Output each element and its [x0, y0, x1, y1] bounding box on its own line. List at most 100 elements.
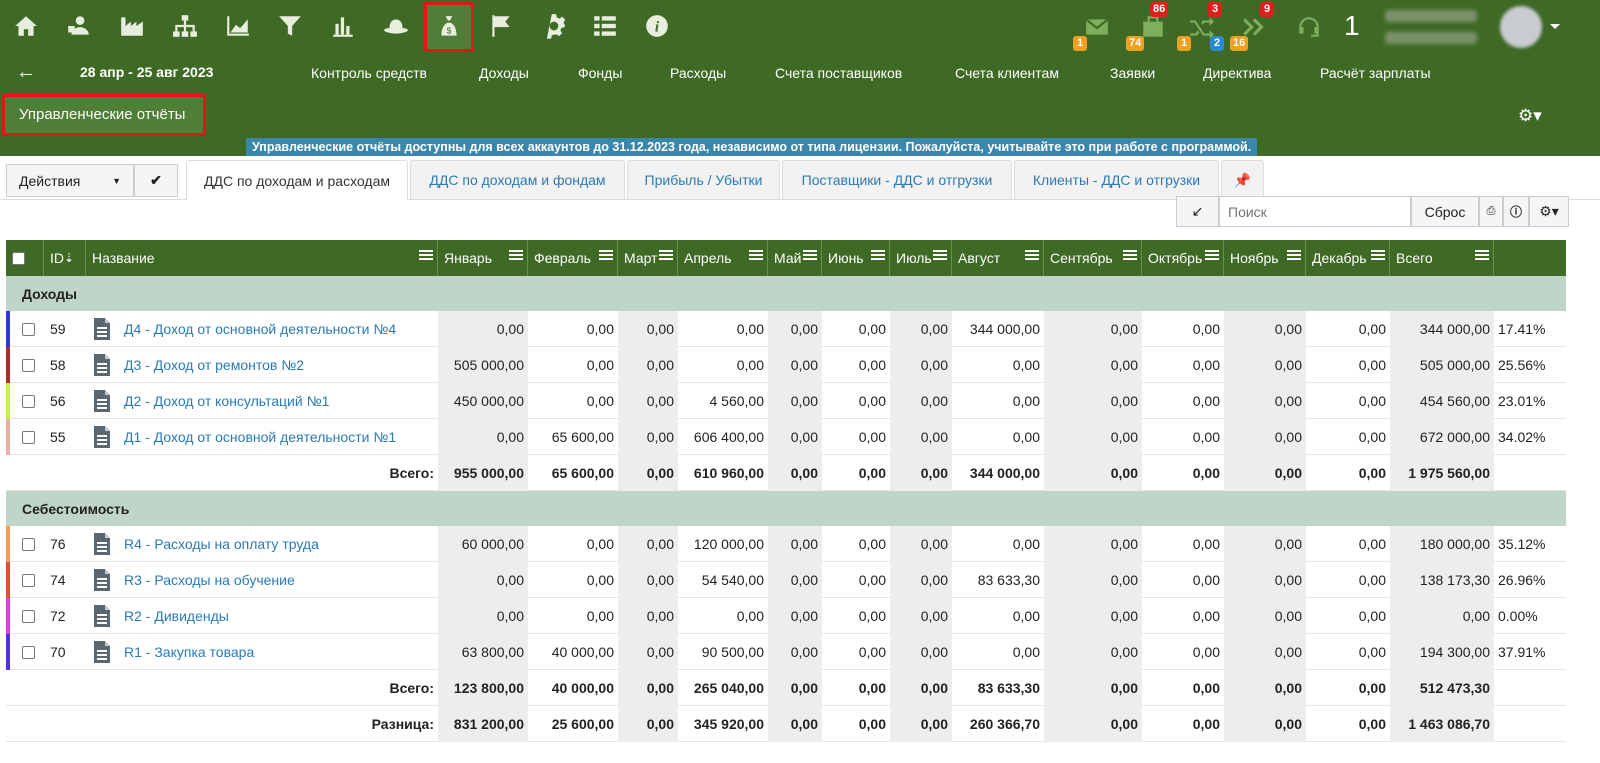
table-row[interactable]: 56 Д2 - Доход от консультаций №1 450 000,0…: [6, 383, 1566, 419]
column-menu-icon[interactable]: [1371, 250, 1385, 262]
column-header[interactable]: Июль: [890, 240, 952, 276]
chevron-down-icon[interactable]: [1550, 24, 1560, 29]
column-header[interactable]: ID ⇣: [44, 240, 86, 276]
sort-icon[interactable]: ⇣: [64, 251, 74, 265]
document-icon[interactable]: [92, 568, 112, 592]
flag-icon[interactable]: [481, 6, 521, 46]
row-name-link[interactable]: R4 - Расходы на оплату труда: [124, 536, 319, 552]
column-menu-icon[interactable]: [803, 250, 817, 262]
actions-dropdown[interactable]: Действия ▼: [6, 164, 134, 197]
row-checkbox[interactable]: [22, 322, 35, 336]
row-name-link[interactable]: R3 - Расходы на обучение: [124, 572, 295, 588]
menu-item-directive[interactable]: Директива: [1203, 65, 1271, 81]
table-row[interactable]: 70 R1 - Закупка товара 63 800,00 40 000,00 0…: [6, 634, 1566, 670]
menu-item-income[interactable]: Доходы: [479, 65, 529, 81]
column-header[interactable]: Июнь: [822, 240, 890, 276]
menu-item-payroll[interactable]: Расчёт зарплаты: [1320, 65, 1431, 81]
column-menu-icon[interactable]: [1475, 250, 1489, 262]
column-header[interactable]: Название: [86, 240, 438, 276]
tab-dds-income-funds[interactable]: ДДС по доходам и фондам: [410, 160, 625, 199]
filter-icon[interactable]: [270, 6, 310, 46]
double-chevron-icon[interactable]: 9 16: [1230, 2, 1276, 51]
back-arrow-icon[interactable]: ←: [16, 62, 38, 82]
row-name-link[interactable]: Д3 - Доход от ремонтов №2: [124, 357, 304, 373]
tab-clients-dds[interactable]: Клиенты - ДДС и отгрузки: [1014, 160, 1219, 199]
column-menu-icon[interactable]: [1287, 250, 1301, 262]
date-range[interactable]: 28 апр - 25 авг 2023: [80, 64, 213, 80]
info-small-icon[interactable]: ⓘ: [1503, 196, 1529, 227]
table-row[interactable]: 59 Д4 - Доход от основной деятельности №4…: [6, 311, 1566, 347]
tab-suppliers-dds[interactable]: Поставщики - ДДС и отгрузки: [782, 160, 1012, 199]
list-icon[interactable]: [585, 6, 625, 46]
menu-item-requests[interactable]: Заявки: [1110, 65, 1155, 81]
menu-item-funds[interactable]: Фонды: [578, 65, 622, 81]
column-menu-icon[interactable]: [419, 250, 433, 262]
chart-area-icon[interactable]: [218, 6, 258, 46]
contacts-icon[interactable]: [59, 6, 99, 46]
apply-check-button[interactable]: ✔: [134, 164, 178, 197]
row-checkbox[interactable]: [22, 573, 35, 587]
row-checkbox[interactable]: [22, 609, 35, 623]
row-name-link[interactable]: R2 - Дивиденды: [124, 608, 229, 624]
columns-settings-icon[interactable]: ⚙▾: [1529, 196, 1569, 227]
info-icon[interactable]: i: [637, 6, 677, 46]
tab-profit-loss[interactable]: Прибыль / Убытки: [627, 160, 780, 199]
export-arrow-icon[interactable]: ↙: [1176, 196, 1219, 227]
document-icon[interactable]: [92, 532, 112, 556]
gear-icon[interactable]: [534, 6, 574, 46]
column-header[interactable]: Декабрь: [1306, 240, 1390, 276]
document-icon[interactable]: [92, 640, 112, 664]
row-name-link[interactable]: Д1 - Доход от основной деятельности №1: [124, 429, 396, 445]
structure-icon[interactable]: [165, 6, 205, 46]
row-checkbox[interactable]: [22, 430, 35, 444]
document-icon[interactable]: [92, 389, 112, 413]
row-checkbox[interactable]: [22, 394, 35, 408]
search-input[interactable]: [1219, 196, 1411, 227]
column-menu-icon[interactable]: [659, 250, 673, 262]
money-bag-icon[interactable]: $: [424, 2, 474, 52]
bar-chart-icon[interactable]: [323, 6, 363, 46]
menu-item-client-invoices[interactable]: Счета клиентам: [955, 65, 1059, 81]
column-menu-icon[interactable]: [933, 250, 947, 262]
shuffle-icon[interactable]: 3 1 2: [1177, 2, 1224, 51]
row-checkbox[interactable]: [22, 537, 35, 551]
column-header[interactable]: Январь: [438, 240, 528, 276]
row-checkbox[interactable]: [22, 645, 35, 659]
menu-item-funds-control[interactable]: Контроль средств: [311, 65, 427, 81]
management-reports-button[interactable]: Управленческие отчёты: [2, 94, 206, 136]
column-menu-icon[interactable]: [1123, 250, 1137, 262]
column-header[interactable]: Февраль: [528, 240, 618, 276]
document-icon[interactable]: [92, 425, 112, 449]
menu-item-expenses[interactable]: Расходы: [670, 65, 726, 81]
row-checkbox[interactable]: [22, 358, 35, 372]
hat-icon[interactable]: [376, 6, 416, 46]
column-menu-icon[interactable]: [509, 250, 523, 262]
column-header[interactable]: Октябрь: [1142, 240, 1224, 276]
column-menu-icon[interactable]: [749, 250, 763, 262]
settings-gear-icon[interactable]: ⚙▾: [1518, 106, 1542, 126]
column-header[interactable]: Ноябрь: [1224, 240, 1306, 276]
column-menu-icon[interactable]: [1205, 250, 1219, 262]
table-row[interactable]: 72 R2 - Дивиденды 0,00 0,00 0,00 0,00 0,00 0,00…: [6, 598, 1566, 634]
column-header[interactable]: Сентябрь: [1044, 240, 1142, 276]
factory-icon[interactable]: [112, 6, 152, 46]
table-row[interactable]: 74 R3 - Расходы на обучение 0,00 0,00 0,00 54…: [6, 562, 1566, 598]
row-name-link[interactable]: Д4 - Доход от основной деятельности №4: [124, 321, 396, 337]
document-icon[interactable]: [92, 353, 112, 377]
table-row[interactable]: 58 Д3 - Доход от ремонтов №2 505 000,00 0,0…: [6, 347, 1566, 383]
column-header[interactable]: Август: [952, 240, 1044, 276]
menu-item-supplier-invoices[interactable]: Счета поставщиков: [775, 65, 902, 81]
column-menu-icon[interactable]: [599, 250, 613, 262]
document-icon[interactable]: [92, 317, 112, 341]
mail-icon[interactable]: 1: [1073, 8, 1118, 51]
column-menu-icon[interactable]: [871, 250, 885, 262]
row-name-link[interactable]: R1 - Закупка товара: [124, 644, 254, 660]
home-icon[interactable]: [6, 6, 46, 46]
pin-tab-icon[interactable]: 📌: [1221, 160, 1264, 199]
select-all-checkbox[interactable]: [12, 251, 25, 265]
table-row[interactable]: 55 Д1 - Доход от основной деятельности №1…: [6, 419, 1566, 455]
table-row[interactable]: 76 R4 - Расходы на оплату труда 60 000,00 0…: [6, 526, 1566, 562]
tab-dds-income-expenses[interactable]: ДДС по доходам и расходам: [186, 160, 408, 200]
column-menu-icon[interactable]: [1025, 250, 1039, 262]
document-icon[interactable]: [92, 604, 112, 628]
